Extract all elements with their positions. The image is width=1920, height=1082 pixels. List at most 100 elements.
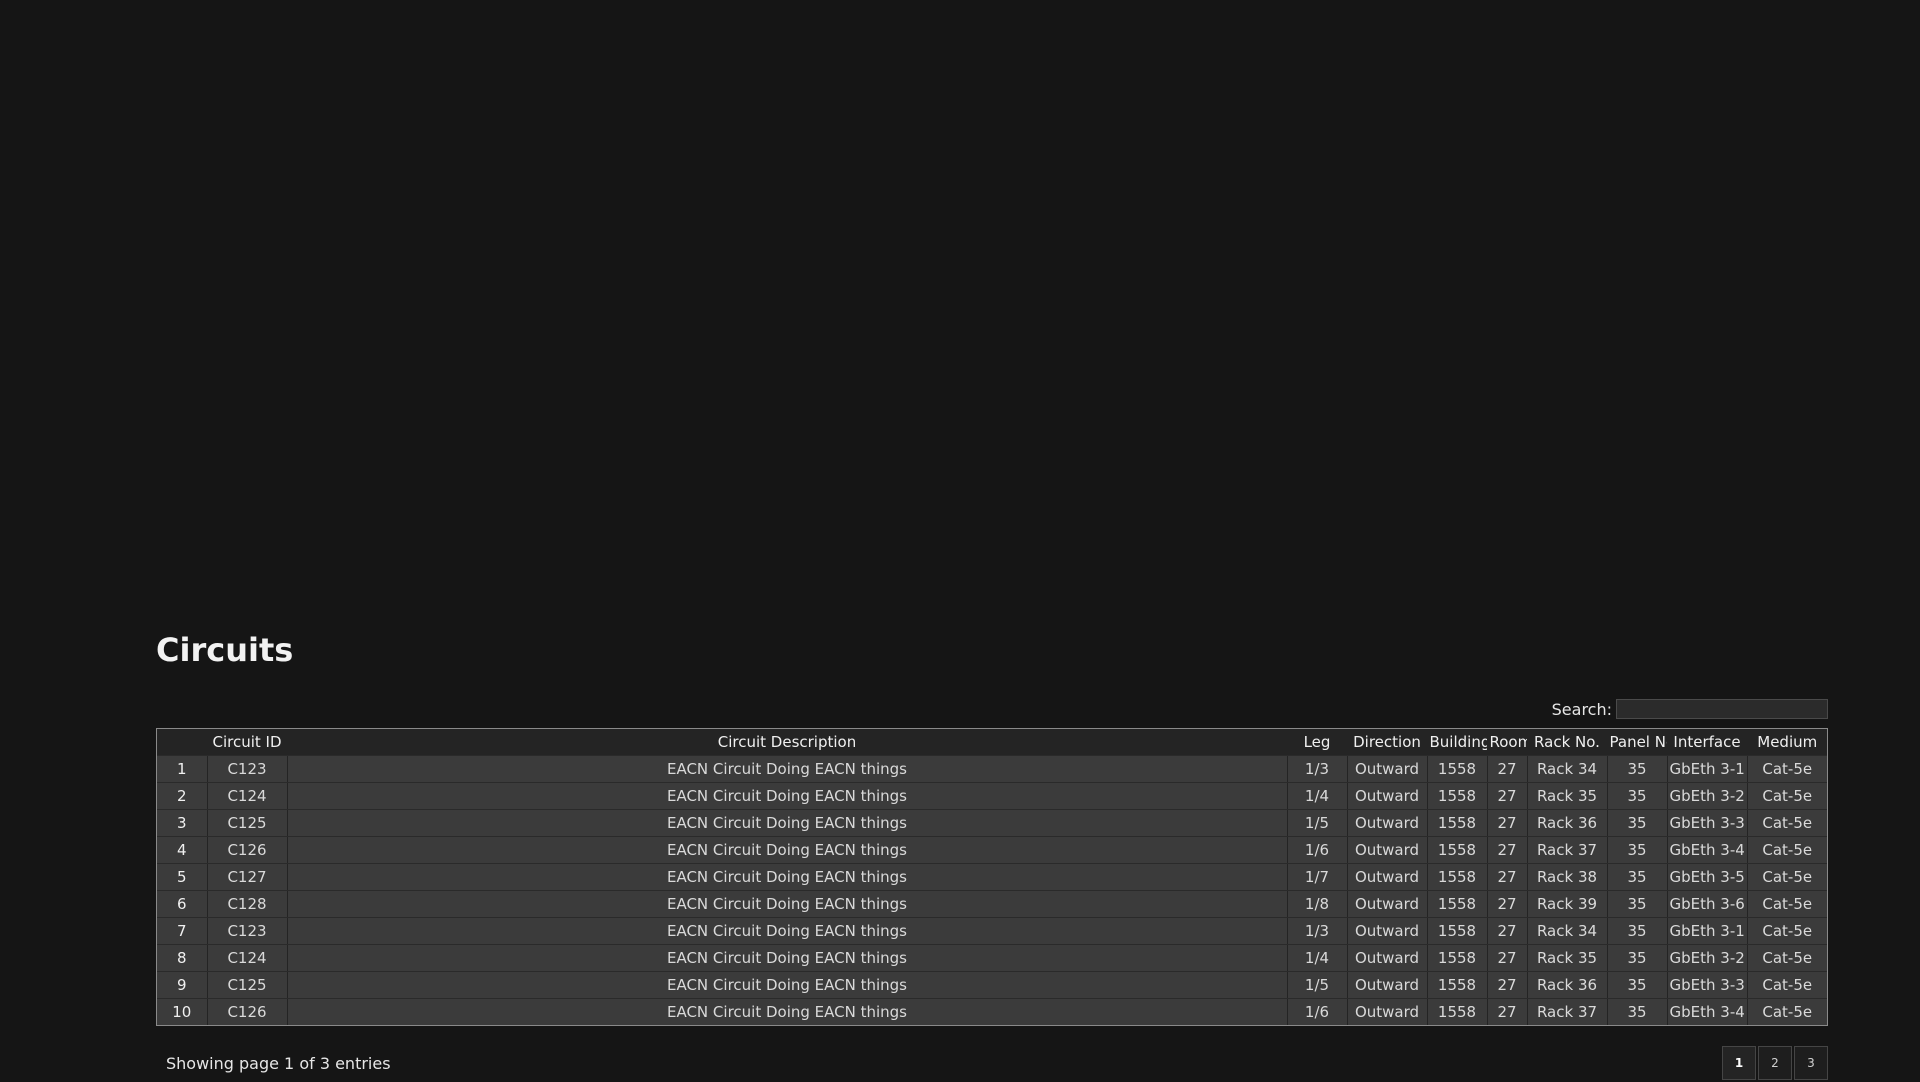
- page-button-2[interactable]: 2: [1758, 1046, 1792, 1080]
- table-row[interactable]: 3 C125 EACN Circuit Doing EACN things 1/5 Ou…: [157, 809, 1827, 837]
- table-row[interactable]: 1 C123 EACN Circuit Doing EACN things 1/3 Ou…: [157, 755, 1827, 783]
- column-header-room[interactable]: Room: [1487, 729, 1528, 756]
- cell-panel-no: 35: [1607, 998, 1668, 1025]
- column-header-interface[interactable]: Interface: [1667, 729, 1748, 756]
- cell-circuit-description: EACN Circuit Doing EACN things: [287, 917, 1288, 945]
- cell-panel-no: 35: [1607, 971, 1668, 999]
- cell-rack-no: Rack 34: [1527, 917, 1608, 945]
- cell-circuit-id: C123: [207, 917, 288, 945]
- cell-rack-no: Rack 37: [1527, 998, 1608, 1025]
- cell-panel-no: 35: [1607, 890, 1668, 918]
- search-input[interactable]: [1616, 699, 1828, 719]
- cell-building: 1558: [1427, 944, 1488, 972]
- cell-circuit-id: C123: [207, 755, 288, 783]
- cell-medium: Cat-5e: [1747, 998, 1827, 1025]
- cell-building: 1558: [1427, 755, 1488, 783]
- cell-panel-no: 35: [1607, 917, 1668, 945]
- cell-circuit-description: EACN Circuit Doing EACN things: [287, 944, 1288, 972]
- cell-rack-no: Rack 39: [1527, 890, 1608, 918]
- column-header-circuit-id[interactable]: Circuit ID: [207, 729, 288, 756]
- cell-direction: Outward: [1347, 944, 1428, 972]
- cell-medium: Cat-5e: [1747, 782, 1827, 810]
- cell-interface: GbEth 3-1: [1667, 917, 1748, 945]
- cell-interface: GbEth 3-2: [1667, 782, 1748, 810]
- table-row[interactable]: 9 C125 EACN Circuit Doing EACN things 1/5 Ou…: [157, 971, 1827, 999]
- column-header-leg[interactable]: Leg: [1287, 729, 1348, 756]
- pagination: 123: [1722, 1046, 1828, 1080]
- cell-circuit-description: EACN Circuit Doing EACN things: [287, 971, 1288, 999]
- column-header-direction[interactable]: Direction: [1347, 729, 1428, 756]
- table-row[interactable]: 2 C124 EACN Circuit Doing EACN things 1/4 Ou…: [157, 782, 1827, 810]
- cell-rack-no: Rack 37: [1527, 836, 1608, 864]
- column-header-panel-no[interactable]: Panel No.: [1607, 729, 1668, 756]
- cell-room: 27: [1487, 998, 1528, 1025]
- search-bar: Search:: [156, 698, 1828, 720]
- cell-leg: 1/8: [1287, 890, 1348, 918]
- cell-rack-no: Rack 35: [1527, 782, 1608, 810]
- column-header-rack-no[interactable]: Rack No.: [1527, 729, 1608, 756]
- cell-leg: 1/5: [1287, 971, 1348, 999]
- page-button-1[interactable]: 1: [1722, 1046, 1756, 1080]
- table-row[interactable]: 10 C126 EACN Circuit Doing EACN things 1/6 O…: [157, 998, 1827, 1025]
- cell-panel-no: 35: [1607, 836, 1668, 864]
- cell-leg: 1/6: [1287, 836, 1348, 864]
- cell-panel-no: 35: [1607, 809, 1668, 837]
- cell-direction: Outward: [1347, 917, 1428, 945]
- circuits-table: Circuit ID Circuit Description Leg Directio…: [157, 729, 1827, 1025]
- cell-building: 1558: [1427, 971, 1488, 999]
- cell-medium: Cat-5e: [1747, 755, 1827, 783]
- cell-rack-no: Rack 35: [1527, 944, 1608, 972]
- cell-interface: GbEth 3-6: [1667, 890, 1748, 918]
- cell-direction: Outward: [1347, 971, 1428, 999]
- cell-direction: Outward: [1347, 836, 1428, 864]
- cell-row-index: 3: [157, 809, 208, 837]
- table-body: 1 C123 EACN Circuit Doing EACN things 1/3 Ou…: [157, 755, 1827, 1025]
- cell-medium: Cat-5e: [1747, 917, 1827, 945]
- column-header-circuit-description[interactable]: Circuit Description: [287, 729, 1288, 756]
- cell-medium: Cat-5e: [1747, 944, 1827, 972]
- pagination-info: Showing page 1 of 3 entries: [166, 1053, 391, 1073]
- cell-room: 27: [1487, 809, 1528, 837]
- cell-medium: Cat-5e: [1747, 971, 1827, 999]
- cell-interface: GbEth 3-5: [1667, 863, 1748, 891]
- page-title: Circuits: [156, 631, 294, 669]
- cell-room: 27: [1487, 863, 1528, 891]
- cell-circuit-description: EACN Circuit Doing EACN things: [287, 755, 1288, 783]
- page-button-3[interactable]: 3: [1794, 1046, 1828, 1080]
- cell-direction: Outward: [1347, 782, 1428, 810]
- cell-circuit-id: C125: [207, 809, 288, 837]
- cell-interface: GbEth 3-4: [1667, 998, 1748, 1025]
- cell-direction: Outward: [1347, 890, 1428, 918]
- cell-circuit-id: C126: [207, 998, 288, 1025]
- table-row[interactable]: 4 C126 EACN Circuit Doing EACN things 1/6 Ou…: [157, 836, 1827, 864]
- column-header-row-index[interactable]: [157, 729, 208, 756]
- cell-panel-no: 35: [1607, 863, 1668, 891]
- table-row[interactable]: 5 C127 EACN Circuit Doing EACN things 1/7 Ou…: [157, 863, 1827, 891]
- cell-medium: Cat-5e: [1747, 836, 1827, 864]
- cell-row-index: 4: [157, 836, 208, 864]
- search-label: Search:: [1551, 699, 1612, 719]
- cell-row-index: 9: [157, 971, 208, 999]
- circuits-page: Circuits Search: Circuit ID Circuit Descr…: [156, 628, 1828, 1082]
- cell-room: 27: [1487, 971, 1528, 999]
- cell-leg: 1/3: [1287, 917, 1348, 945]
- cell-leg: 1/3: [1287, 755, 1348, 783]
- cell-building: 1558: [1427, 782, 1488, 810]
- cell-circuit-description: EACN Circuit Doing EACN things: [287, 890, 1288, 918]
- table-row[interactable]: 6 C128 EACN Circuit Doing EACN things 1/8 Ou…: [157, 890, 1827, 918]
- table-row[interactable]: 8 C124 EACN Circuit Doing EACN things 1/4 Ou…: [157, 944, 1827, 972]
- column-header-medium[interactable]: Medium: [1747, 729, 1827, 756]
- cell-building: 1558: [1427, 809, 1488, 837]
- cell-interface: GbEth 3-1: [1667, 755, 1748, 783]
- cell-direction: Outward: [1347, 863, 1428, 891]
- cell-circuit-description: EACN Circuit Doing EACN things: [287, 809, 1288, 837]
- cell-row-index: 8: [157, 944, 208, 972]
- column-header-building[interactable]: Building: [1427, 729, 1488, 756]
- cell-panel-no: 35: [1607, 755, 1668, 783]
- table-row[interactable]: 7 C123 EACN Circuit Doing EACN things 1/3 Ou…: [157, 917, 1827, 945]
- cell-building: 1558: [1427, 998, 1488, 1025]
- cell-circuit-id: C128: [207, 890, 288, 918]
- cell-direction: Outward: [1347, 755, 1428, 783]
- cell-rack-no: Rack 36: [1527, 809, 1608, 837]
- cell-medium: Cat-5e: [1747, 809, 1827, 837]
